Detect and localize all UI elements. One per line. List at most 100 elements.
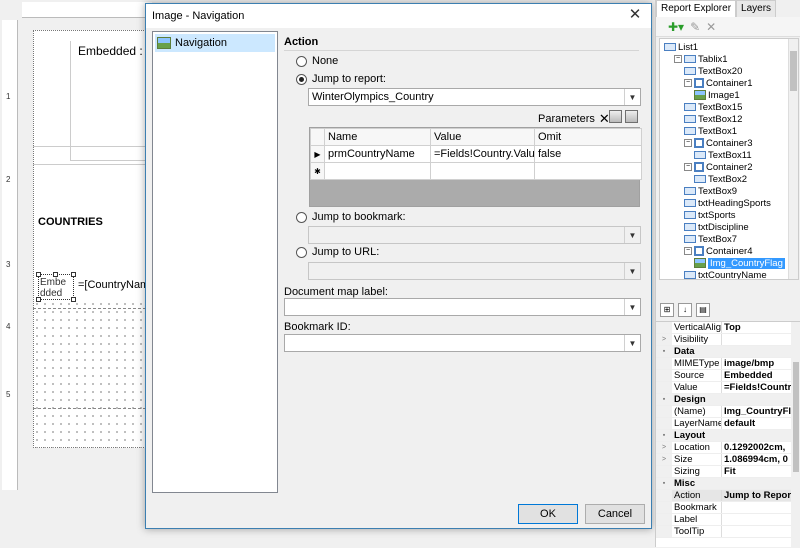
tab-report-explorer[interactable]: Report Explorer xyxy=(656,0,737,17)
new-row-cell[interactable] xyxy=(324,162,431,180)
property-row[interactable]: ToolTip xyxy=(656,526,800,538)
property-value[interactable]: Fit xyxy=(722,466,800,477)
tree-item[interactable]: txtSports xyxy=(684,209,736,221)
property-gutter[interactable]: > xyxy=(656,454,672,465)
property-value[interactable]: 1.086994cm, 0 xyxy=(722,454,800,465)
report-select[interactable]: WinterOlympics_Country ▼ xyxy=(308,88,641,106)
property-value[interactable] xyxy=(722,514,800,525)
radio-button[interactable] xyxy=(296,55,307,67)
tree-item[interactable]: − Container2 xyxy=(684,161,752,173)
tree-item[interactable]: TextBox7 xyxy=(684,233,737,245)
radio-jump-to-url[interactable]: Jump to URL: xyxy=(296,246,379,258)
property-value[interactable] xyxy=(722,334,800,345)
parameters-grid[interactable]: Name Value Omit ▶ prmCountryName =Fields… xyxy=(309,127,642,207)
resize-handle[interactable] xyxy=(53,272,58,277)
tree-item[interactable]: TextBox12 xyxy=(684,113,742,125)
property-row[interactable]: Label xyxy=(656,514,800,526)
tree-item[interactable]: TextBox20 xyxy=(684,65,742,77)
property-value[interactable]: image/bmp xyxy=(722,358,800,369)
property-pages-icon[interactable]: ▤ xyxy=(696,303,710,317)
property-value[interactable]: Img_CountryFla xyxy=(722,406,800,417)
dialog-titlebar[interactable]: Image - Navigation ✕ xyxy=(146,4,651,28)
bookmark-select[interactable]: ▼ xyxy=(308,226,641,244)
chevron-down-icon[interactable]: ▼ xyxy=(624,335,640,351)
param-name-cell[interactable]: prmCountryName xyxy=(324,145,431,163)
property-row[interactable]: Value =Fields!Country xyxy=(656,382,800,394)
radio-button-checked[interactable] xyxy=(296,73,307,85)
tab-layers[interactable]: Layers xyxy=(736,0,777,17)
tree-item[interactable]: txtHeadingSports xyxy=(684,197,771,209)
property-row[interactable]: Sizing Fit xyxy=(656,466,800,478)
collapse-icon[interactable]: ▪ xyxy=(656,346,672,357)
property-row[interactable]: (Name) Img_CountryFla xyxy=(656,406,800,418)
chevron-down-icon[interactable]: ▼ xyxy=(624,227,640,243)
property-value[interactable] xyxy=(722,502,800,513)
property-category[interactable]: ▪ Design xyxy=(656,394,800,406)
property-row[interactable]: > Size 1.086994cm, 0 xyxy=(656,454,800,466)
properties-grid[interactable]: VerticalAlign Top > Visibility ▪ Data MIMEType… xyxy=(656,321,800,548)
report-tree[interactable]: List1− Tablix1 TextBox20− Container1 Image1 T… xyxy=(659,38,799,280)
tree-item[interactable]: − Container4 xyxy=(684,245,752,257)
embedded-container[interactable] xyxy=(70,41,150,161)
move-down-button[interactable] xyxy=(625,110,638,123)
resize-handle[interactable] xyxy=(71,297,76,302)
nav-item-navigation[interactable]: Navigation xyxy=(155,34,275,52)
edit-icon[interactable]: ✎ xyxy=(690,20,700,34)
tree-item[interactable]: TextBox1 xyxy=(684,125,737,137)
chevron-down-icon[interactable]: ▼ xyxy=(624,263,640,279)
property-value[interactable]: Embedded xyxy=(722,370,800,381)
delete-icon[interactable]: ✕ xyxy=(706,20,716,34)
property-value[interactable]: Top xyxy=(722,322,800,333)
collapse-icon[interactable]: ▪ xyxy=(656,430,672,441)
new-row-cell[interactable] xyxy=(430,162,535,180)
new-row-cell[interactable] xyxy=(534,162,642,180)
document-map-select[interactable]: ▼ xyxy=(284,298,641,316)
close-icon[interactable]: ✕ xyxy=(627,7,643,23)
collapse-icon[interactable]: ▪ xyxy=(656,478,672,489)
property-row[interactable]: VerticalAlign Top xyxy=(656,322,800,334)
tree-item[interactable]: Image1 xyxy=(694,89,740,101)
chevron-down-icon[interactable]: ▼ xyxy=(624,299,640,315)
properties-scrollbar[interactable] xyxy=(791,322,800,548)
radio-button[interactable] xyxy=(296,246,307,258)
tree-item[interactable]: List1 xyxy=(664,41,698,53)
resize-handle[interactable] xyxy=(71,272,76,277)
collapse-icon[interactable]: − xyxy=(674,55,682,63)
radio-jump-to-bookmark[interactable]: Jump to bookmark: xyxy=(296,211,406,223)
new-row[interactable]: ✱ xyxy=(310,162,642,180)
url-select[interactable]: ▼ xyxy=(308,262,641,280)
property-row[interactable]: Source Embedded xyxy=(656,370,800,382)
country-name-textbox[interactable]: =[CountryName xyxy=(78,279,155,291)
property-category[interactable]: ▪ Layout xyxy=(656,430,800,442)
param-omit-cell[interactable]: false xyxy=(534,145,642,163)
collapse-icon[interactable]: − xyxy=(684,163,692,171)
radio-none[interactable]: None xyxy=(296,55,338,67)
tree-item[interactable]: TextBox2 xyxy=(694,173,747,185)
property-value[interactable] xyxy=(722,526,800,537)
selected-image-placeholder[interactable]: Embe dded xyxy=(38,274,74,300)
table-row[interactable]: ▶ prmCountryName =Fields!Country.Value f… xyxy=(310,145,642,163)
property-value[interactable]: =Fields!Country xyxy=(722,382,800,393)
collapse-icon[interactable]: − xyxy=(684,79,692,87)
tree-item[interactable]: TextBox9 xyxy=(684,185,737,197)
resize-handle[interactable] xyxy=(36,297,41,302)
radio-button[interactable] xyxy=(296,211,307,223)
resize-handle[interactable] xyxy=(36,272,41,277)
param-value-cell[interactable]: =Fields!Country.Value xyxy=(430,145,535,163)
property-row[interactable]: LayerName default xyxy=(656,418,800,430)
property-row[interactable]: MIMEType image/bmp xyxy=(656,358,800,370)
tree-item[interactable]: txtDiscipline xyxy=(684,221,749,233)
tree-item[interactable]: − Container1 xyxy=(684,77,752,89)
property-value[interactable]: Jump to Report xyxy=(722,490,800,501)
radio-jump-to-report[interactable]: Jump to report: xyxy=(296,73,386,85)
tree-item[interactable]: txtCountryName xyxy=(684,269,767,279)
add-icon[interactable]: ✚▾ xyxy=(668,20,684,34)
chevron-down-icon[interactable]: ▼ xyxy=(624,89,640,105)
alphabetical-icon[interactable]: ↓ xyxy=(678,303,692,317)
property-value[interactable]: 0.1292002cm, xyxy=(722,442,800,453)
categorized-icon[interactable]: ⊞ xyxy=(660,303,674,317)
property-row[interactable]: > Visibility xyxy=(656,334,800,346)
property-row[interactable]: Bookmark xyxy=(656,502,800,514)
property-category[interactable]: ▪ Misc xyxy=(656,478,800,490)
tree-item[interactable]: TextBox11 xyxy=(694,149,752,161)
